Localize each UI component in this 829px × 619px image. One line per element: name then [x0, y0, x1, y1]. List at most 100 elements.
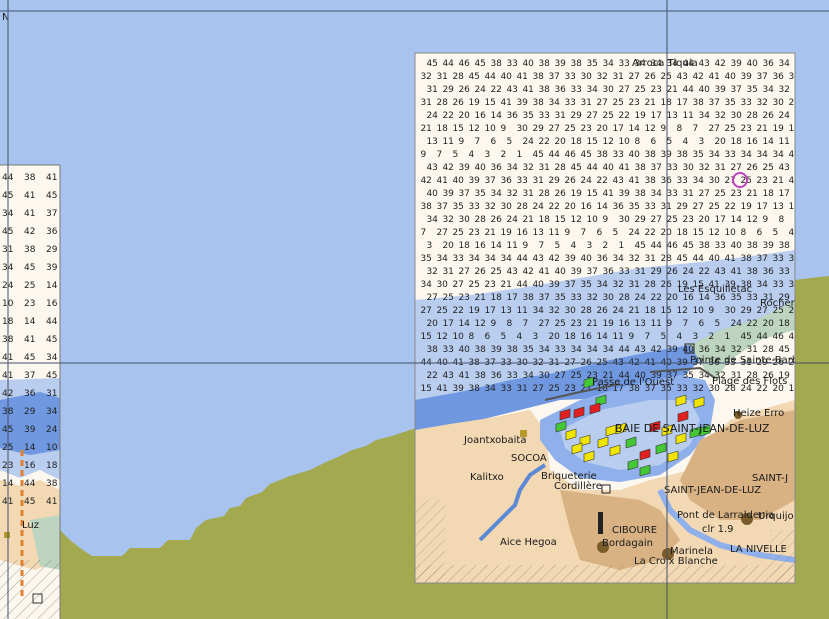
- depth-sounding: 25: [442, 293, 453, 303]
- depth-sounding: 28: [762, 345, 774, 355]
- depth-sounding: 31: [644, 254, 655, 264]
- depth-sounding: 30: [708, 176, 720, 186]
- depth-sounding: 3: [692, 332, 698, 342]
- depth-sounding: 32: [730, 345, 741, 355]
- depth-sounding: 41: [538, 267, 549, 277]
- depth-sounding: 20: [666, 293, 678, 303]
- depth-sounding: 38: [644, 150, 656, 160]
- depth-sounding: 25: [634, 85, 645, 95]
- depth-sounding: 17: [442, 319, 453, 329]
- depth-sounding: 28: [538, 189, 550, 199]
- depth-sounding: 27: [436, 228, 447, 238]
- depth-sounding: 14: [596, 332, 608, 342]
- depth-sounding: 21: [484, 228, 495, 238]
- depth-sounding: 17: [676, 98, 687, 108]
- depth-sounding: 9: [420, 150, 426, 160]
- depth-sounding: 29: [24, 407, 36, 417]
- depth-sounding: 36: [46, 227, 58, 237]
- depth-sounding: 37: [756, 72, 767, 82]
- depth-sounding: 20: [426, 319, 438, 329]
- depth-sounding: 43: [442, 371, 453, 381]
- depth-sounding: 18: [436, 124, 448, 134]
- depth-sounding: 36: [490, 163, 502, 173]
- depth-sounding: 27: [538, 319, 549, 329]
- depth-sounding: 44: [484, 72, 496, 82]
- coastline-land-right: [795, 276, 829, 619]
- depth-sounding: 22: [548, 202, 559, 212]
- depth-sounding: 12: [468, 124, 479, 134]
- depth-sounding: 29: [676, 202, 688, 212]
- depth-sounding: 18: [676, 228, 688, 238]
- depth-sounding: 26: [474, 267, 486, 277]
- depth-sounding: 38: [634, 163, 646, 173]
- depth-sounding: 29: [570, 111, 582, 121]
- nautical-chart-view[interactable]: 4438414541453441374542363138293445392425…: [0, 0, 829, 619]
- depth-sounding: 39: [548, 280, 560, 290]
- depth-sounding: 21: [666, 85, 677, 95]
- depth-sounding: 36: [596, 254, 608, 264]
- depth-sounding: 33: [538, 111, 549, 121]
- depth-sounding: 27: [458, 267, 469, 277]
- depth-sounding: 22: [650, 293, 661, 303]
- depth-sounding: 21: [772, 176, 783, 186]
- depth-sounding: 29: [442, 85, 454, 95]
- depth-sounding: 8: [778, 215, 784, 225]
- depth-sounding: 45: [474, 59, 485, 69]
- depth-sounding: 34: [532, 306, 544, 316]
- depth-sounding: 35: [724, 98, 735, 108]
- chart-canvas[interactable]: 4438414541453441374542363138293445392425…: [0, 0, 829, 619]
- depth-sounding: 26: [660, 280, 672, 290]
- depth-sounding: 13: [532, 228, 543, 238]
- depth-sounding: 37: [650, 163, 661, 173]
- depth-sounding: 27: [618, 85, 629, 95]
- depth-sounding: 38: [538, 85, 550, 95]
- depth-sounding: 39: [762, 241, 774, 251]
- depth-sounding: 37: [538, 293, 549, 303]
- depth-sounding: 22: [490, 85, 501, 95]
- depth-sounding: 30: [500, 202, 512, 212]
- depth-sounding: 33: [500, 384, 511, 394]
- depth-sounding: 9: [564, 228, 570, 238]
- depth-sounding: 25: [564, 124, 575, 134]
- depth-sounding: 32: [714, 111, 725, 121]
- depth-sounding: 27: [708, 124, 719, 134]
- depth-sounding: 10: [724, 228, 736, 238]
- depth-sounding: 37: [586, 267, 597, 277]
- depth-sounding: 4: [570, 241, 576, 251]
- depth-sounding: 32: [586, 293, 597, 303]
- depth-sounding: 22: [618, 111, 629, 121]
- depth-sounding: 43: [698, 59, 709, 69]
- depth-sounding: 15: [420, 384, 431, 394]
- depth-sounding: 39: [554, 59, 566, 69]
- depth-sounding: 44: [650, 241, 662, 251]
- depth-sounding: 34: [762, 85, 774, 95]
- depth-sounding: 38: [420, 202, 432, 212]
- depth-sounding: 31: [442, 267, 453, 277]
- depth-sounding: 16: [516, 228, 528, 238]
- depth-sounding: 32: [548, 306, 559, 316]
- depth-sounding: 25: [724, 124, 735, 134]
- depth-sounding: 2: [602, 241, 608, 251]
- depth-sounding: 41: [24, 209, 35, 219]
- depth-sounding: 45: [46, 191, 57, 201]
- depth-sounding: 27: [426, 293, 437, 303]
- depth-sounding: 13: [666, 111, 677, 121]
- depth-sounding: 32: [596, 72, 607, 82]
- depth-sounding: 24: [522, 137, 534, 147]
- depth-sounding: 37: [548, 72, 559, 82]
- depth-sounding: 37: [436, 202, 447, 212]
- depth-sounding: 35: [628, 202, 639, 212]
- depth-sounding: 34: [484, 384, 496, 394]
- depth-sounding: 24: [532, 202, 544, 212]
- depth-sounding: 24: [682, 267, 694, 277]
- depth-sounding: 25: [452, 228, 463, 238]
- depth-sounding: 14: [730, 215, 742, 225]
- depth-sounding: 22: [426, 371, 437, 381]
- depth-sounding: 19: [468, 98, 480, 108]
- depth-sounding: 7: [420, 228, 426, 238]
- depth-sounding: 11: [650, 319, 661, 329]
- label-urquijo: Urquijo: [758, 511, 794, 522]
- depth-sounding: 20: [458, 111, 470, 121]
- depth-sounding: 1: [724, 332, 730, 342]
- depth-sounding: 32: [420, 72, 431, 82]
